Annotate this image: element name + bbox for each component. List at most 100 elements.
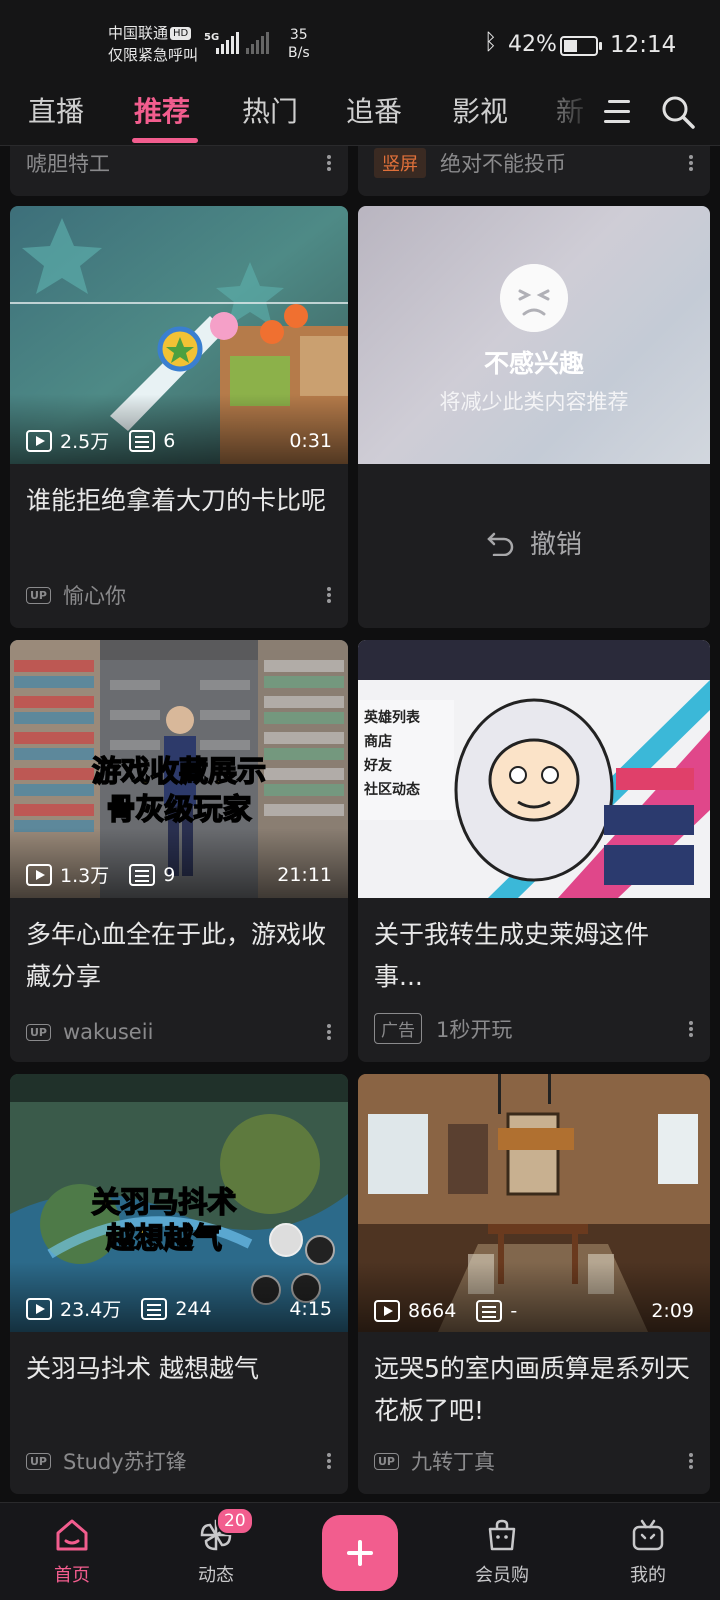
video-thumbnail[interactable]: 2.5万 6 0:31 [10, 206, 348, 464]
tab-film[interactable]: 影视 [452, 90, 508, 130]
danmaku-count: 244 [175, 1297, 212, 1320]
more-icon[interactable] [688, 1451, 694, 1471]
duration: 21:11 [277, 863, 332, 886]
danmaku-count: - [510, 1300, 518, 1322]
carrier-info: 中国联通 HD 仅限紧急呼叫 [108, 22, 198, 66]
nav-home-label: 首页 [54, 1565, 90, 1586]
active-tab-indicator [132, 138, 198, 143]
home-icon [56, 1519, 88, 1551]
caption-line-1: 游戏收藏展示 [91, 753, 267, 789]
view-count: 2.5万 [60, 431, 110, 453]
battery-percent: 42% [508, 32, 557, 57]
battery-icon [560, 36, 602, 56]
play-icon [374, 1300, 400, 1322]
video-card[interactable]: 游戏收藏展示 骨灰级玩家 1.3万 9 21:11 多年心血全在于此，游戏收藏分… [10, 640, 348, 1062]
duration: 2:09 [651, 1300, 694, 1322]
speed-value: 35 [289, 27, 308, 43]
author-name[interactable]: wakuseii [63, 1020, 153, 1044]
video-thumbnail[interactable]: 关羽马抖术 越想越气 23.4万 244 4:15 [10, 1074, 348, 1332]
search-icon[interactable] [660, 94, 696, 130]
play-icon [26, 429, 52, 452]
dismiss-title: 不感兴趣 [483, 349, 584, 378]
thumbnail-caption: 游戏收藏展示 骨灰级玩家 [10, 752, 348, 828]
more-icon[interactable] [688, 1019, 694, 1039]
up-badge: UP [374, 1452, 399, 1470]
advertiser-name[interactable]: 1秒开玩 [436, 1014, 512, 1044]
tab-hot[interactable]: 热门 [242, 90, 298, 130]
card-footer: 唬胆特工 [26, 148, 332, 178]
video-title[interactable]: 多年心血全在于此，游戏收藏分享 [26, 914, 332, 998]
shopping-bag-icon [488, 1519, 516, 1551]
more-icon[interactable] [326, 1451, 332, 1471]
dismiss-subtitle: 将减少此类内容推荐 [439, 390, 629, 414]
view-count: 1.3万 [60, 865, 110, 887]
danmaku-icon [129, 429, 156, 452]
play-icon [26, 1297, 52, 1320]
nav-mine-label: 我的 [630, 1565, 666, 1586]
card-footer: 竖屏 绝对不能投币 [374, 148, 694, 178]
more-icon[interactable] [688, 153, 694, 173]
duration: 0:31 [289, 429, 332, 452]
duration: 4:15 [289, 1297, 332, 1320]
more-icon[interactable] [326, 1022, 332, 1042]
nav-vip-label: 会员购 [475, 1565, 529, 1586]
ad-title[interactable]: 关于我转生成史莱姆这件事... [374, 914, 694, 998]
ad-badge: 广告 [374, 1013, 422, 1044]
undo-icon [487, 532, 514, 556]
speed-unit: B/s [288, 45, 310, 61]
card-footer: UP Study苏打锋 [26, 1446, 332, 1476]
danmaku-icon [476, 1300, 503, 1322]
tab-anime[interactable]: 追番 [346, 90, 402, 130]
video-stats: 8664 - 2:09 [374, 1300, 694, 1322]
up-badge: UP [26, 1452, 51, 1470]
status-bar: 中国联通 HD 仅限紧急呼叫 5G 35 B/s ᛒ 42% 12:14 [0, 0, 720, 84]
thumbnail-caption: 关羽马抖术 越想越气 [10, 1184, 318, 1256]
carrier-name: 中国联通 [108, 24, 169, 42]
video-card[interactable]: 2.5万 6 0:31 谁能拒绝拿着大刀的卡比呢 UP 愉心你 [10, 206, 348, 628]
more-icon[interactable] [326, 153, 332, 173]
caption-line-2: 越想越气 [105, 1220, 223, 1256]
nav-dynamic-label: 动态 [198, 1565, 234, 1586]
video-title[interactable]: 谁能拒绝拿着大刀的卡比呢 [26, 480, 332, 522]
video-stats: 23.4万 244 4:15 [26, 1295, 332, 1322]
net-speed: 35 B/s [288, 26, 310, 62]
notification-badge: 20 [216, 1507, 254, 1535]
video-title[interactable]: 关羽马抖术 越想越气 [26, 1348, 332, 1390]
top-nav: 直播 推荐 热门 追番 影视 新 [0, 84, 720, 146]
author-name[interactable]: 九转丁真 [411, 1446, 495, 1476]
undo-button[interactable]: 撤销 [358, 524, 710, 561]
view-count: 23.4万 [60, 1299, 122, 1321]
card-footer: UP 愉心你 [26, 580, 332, 610]
danmaku-icon [129, 863, 156, 886]
video-thumbnail[interactable]: 8664 - 2:09 [358, 1074, 710, 1332]
emergency-text: 仅限紧急呼叫 [108, 46, 199, 64]
card-footer: UP wakuseii [26, 1020, 332, 1044]
video-card[interactable]: 关羽马抖术 越想越气 23.4万 244 4:15 关羽马抖术 越想越气 UP … [10, 1074, 348, 1494]
video-stats: 2.5万 6 0:31 [26, 427, 332, 454]
upload-button[interactable] [322, 1515, 398, 1591]
caption-line-1: 关羽马抖术 [91, 1184, 238, 1220]
more-icon[interactable] [326, 585, 332, 605]
tab-recommend[interactable]: 推荐 [134, 90, 190, 130]
danmaku-icon [141, 1297, 168, 1320]
video-card[interactable]: 唬胆特工 [10, 146, 348, 196]
tab-live[interactable]: 直播 [28, 90, 84, 130]
play-icon [26, 863, 52, 886]
menu-icon[interactable] [600, 98, 630, 126]
video-thumbnail[interactable]: 游戏收藏展示 骨灰级玩家 1.3万 9 21:11 [10, 640, 348, 898]
author-name: 绝对不能投币 [440, 152, 566, 176]
author-name[interactable]: Study苏打锋 [63, 1446, 187, 1476]
video-title[interactable]: 远哭5的室内画质算是系列天花板了吧! [374, 1348, 694, 1432]
author-name[interactable]: 愉心你 [63, 580, 126, 610]
caption-line-2: 骨灰级玩家 [106, 791, 253, 827]
dismiss-overlay: 不感兴趣 将减少此类内容推荐 [358, 206, 710, 464]
video-stats: 1.3万 9 21:11 [26, 861, 332, 888]
video-card[interactable]: 竖屏 绝对不能投币 [358, 146, 710, 196]
game-menu-art: 英雄列表 商店 好友 社区动态 [364, 710, 420, 798]
signal-2-icon [246, 30, 269, 54]
ad-card[interactable]: 英雄列表 商店 好友 社区动态 关于我转生成史莱姆这件事... 广告 1秒开玩 [358, 640, 710, 1062]
ad-thumbnail[interactable]: 英雄列表 商店 好友 社区动态 [358, 640, 710, 898]
video-card[interactable]: 8664 - 2:09 远哭5的室内画质算是系列天花板了吧! UP 九转丁真 [358, 1074, 710, 1494]
vertical-tag: 竖屏 [374, 148, 426, 178]
sad-face-icon [500, 264, 568, 332]
